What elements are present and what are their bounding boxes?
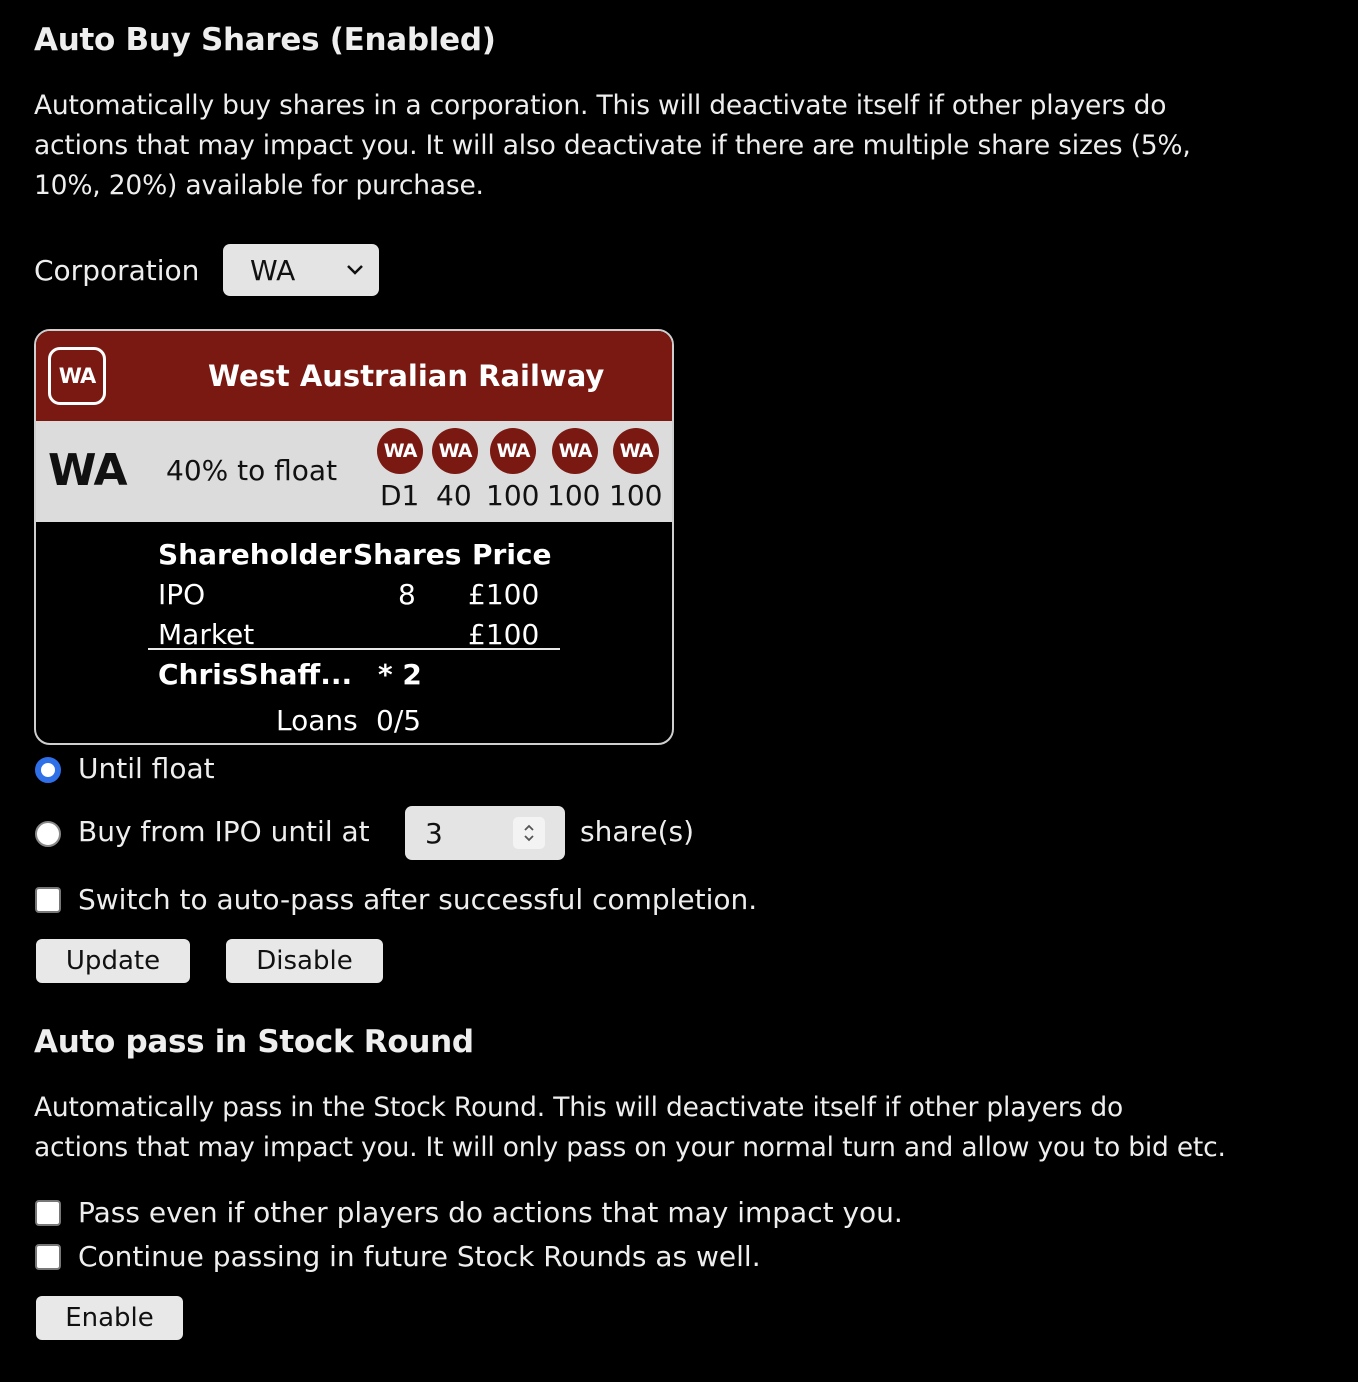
table-row-shares: 8 xyxy=(398,578,416,611)
corporation-card: WA West Australian Railway WA 40% to flo… xyxy=(34,329,674,745)
buy-ipo-radio[interactable] xyxy=(35,821,61,847)
auto-buy-description-line: Automatically buy shares in a corporatio… xyxy=(34,90,1167,121)
update-button[interactable]: Update xyxy=(36,939,190,983)
ipo-share-count-input[interactable]: 3 xyxy=(405,806,565,860)
shares-header: Shares xyxy=(353,538,462,571)
disable-button[interactable]: Disable xyxy=(226,939,383,983)
token-value: 40 xyxy=(436,479,472,512)
price-header: Price xyxy=(472,538,552,571)
continue-passing-checkbox[interactable] xyxy=(35,1244,61,1270)
auto-pass-description-line: Automatically pass in the Stock Round. T… xyxy=(34,1092,1123,1123)
ipo-share-count-value: 3 xyxy=(425,816,443,850)
token-icon: WA xyxy=(552,428,598,474)
player-shares: * 2 xyxy=(378,658,422,691)
chevron-down-icon xyxy=(345,255,365,289)
stepper-icon[interactable] xyxy=(513,817,545,849)
corporation-symbol: WA xyxy=(48,445,128,496)
token-icon: WA xyxy=(613,428,659,474)
token-icon: WA xyxy=(377,428,423,474)
table-row-holder: IPO xyxy=(158,578,206,611)
corporation-summary: WA 40% to float WA WA WA WA WA D1 40 100… xyxy=(36,421,672,522)
auto-pass-title: Auto pass in Stock Round xyxy=(34,1024,474,1060)
loans-label: Loans xyxy=(276,704,358,737)
token-value: 100 xyxy=(547,479,601,512)
corporation-select[interactable]: WA xyxy=(223,244,379,296)
loans-value: 0/5 xyxy=(376,704,422,737)
continue-passing-label[interactable]: Continue passing in future Stock Rounds … xyxy=(78,1240,761,1273)
corporation-select-value: WA xyxy=(250,253,296,287)
table-divider xyxy=(148,648,560,650)
token-icon: WA xyxy=(432,428,478,474)
corporation-name: West Australian Railway xyxy=(208,359,605,393)
corporation-card-header: WA West Australian Railway xyxy=(36,331,672,421)
token-icon: WA xyxy=(490,428,536,474)
table-row-price: £100 xyxy=(468,618,540,651)
auto-pass-description-line: actions that may impact you. It will onl… xyxy=(34,1132,1226,1163)
until-float-label[interactable]: Until float xyxy=(78,752,215,785)
float-requirement: 40% to float xyxy=(166,454,338,487)
auto-pass-description: Automatically pass in the Stock Round. T… xyxy=(34,1088,1344,1168)
table-row-holder: Market xyxy=(158,618,255,651)
shareholder-table: Shareholder Shares Price IPO 8 £100 Mark… xyxy=(36,522,672,743)
auto-buy-description: Automatically buy shares in a corporatio… xyxy=(34,86,1334,206)
auto-buy-description-line: actions that may impact you. It will als… xyxy=(34,130,1191,161)
pass-even-checkbox[interactable] xyxy=(35,1200,61,1226)
pass-even-label[interactable]: Pass even if other players do actions th… xyxy=(78,1196,903,1229)
token-value: 100 xyxy=(486,479,540,512)
table-row-price: £100 xyxy=(468,578,540,611)
corporation-label: Corporation xyxy=(34,254,200,287)
player-name: ChrisShaff... xyxy=(158,658,353,691)
buy-ipo-label[interactable]: Buy from IPO until at xyxy=(78,815,370,848)
enable-button[interactable]: Enable xyxy=(36,1296,183,1340)
auto-buy-description-line: 10%, 20%) available for purchase. xyxy=(34,170,484,201)
token-value: D1 xyxy=(380,479,420,512)
auto-pass-after-label[interactable]: Switch to auto-pass after successful com… xyxy=(78,883,757,916)
token-value: 100 xyxy=(609,479,663,512)
shares-suffix: share(s) xyxy=(580,815,695,848)
until-float-radio[interactable] xyxy=(35,757,61,783)
shareholder-header: Shareholder xyxy=(158,538,352,571)
auto-buy-title: Auto Buy Shares (Enabled) xyxy=(34,22,496,58)
auto-pass-after-checkbox[interactable] xyxy=(35,887,61,913)
corporation-logo: WA xyxy=(48,347,106,405)
